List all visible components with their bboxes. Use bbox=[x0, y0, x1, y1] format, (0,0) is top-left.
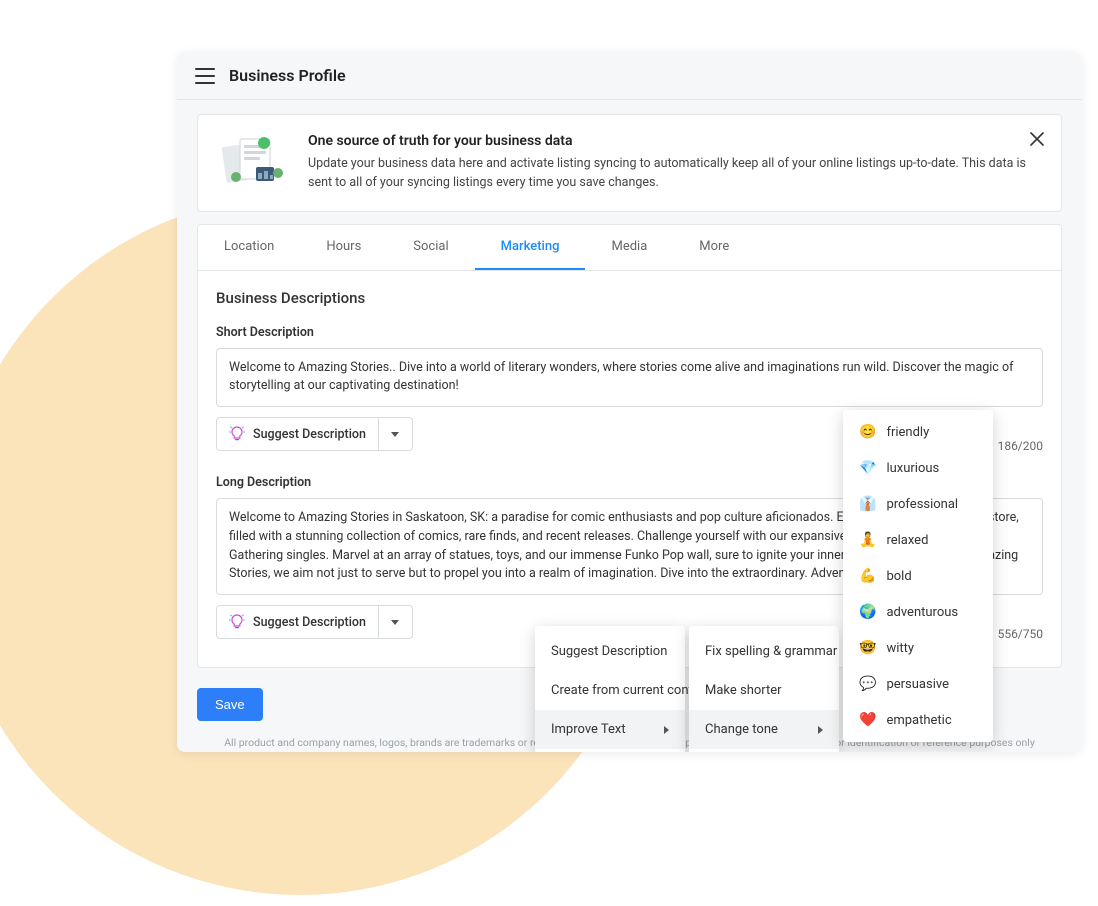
suggest-description-long-button[interactable]: Suggest Description bbox=[217, 606, 378, 638]
menu-suggest-description[interactable]: Suggest Description bbox=[535, 632, 685, 671]
short-description-input[interactable]: Welcome to Amazing Stories.. Dive into a… bbox=[216, 348, 1043, 408]
tone-relaxed[interactable]: 🧘 relaxed bbox=[843, 522, 993, 558]
banner-title: One source of truth for your business da… bbox=[308, 133, 1041, 149]
menu-change-tone-label: Change tone bbox=[705, 722, 778, 737]
bold-emoji-icon: 💪 bbox=[859, 568, 876, 584]
banner-illustration-icon bbox=[218, 133, 290, 185]
persuasive-emoji-icon: 💬 bbox=[859, 676, 876, 692]
witty-emoji-icon: 🤓 bbox=[859, 640, 876, 656]
relaxed-emoji-icon: 🧘 bbox=[859, 532, 876, 548]
menu-make-shorter-label: Make shorter bbox=[705, 683, 782, 698]
menu-fix-spelling[interactable]: Fix spelling & grammar bbox=[689, 632, 839, 671]
tone-luxurious-label: luxurious bbox=[886, 461, 939, 476]
hamburger-icon[interactable] bbox=[195, 68, 215, 84]
menu-fix-spelling-label: Fix spelling & grammar bbox=[705, 644, 837, 659]
menu-improve-text[interactable]: Improve Text bbox=[535, 710, 685, 749]
tone-friendly-label: friendly bbox=[886, 425, 929, 440]
tone-professional[interactable]: 👔 professional bbox=[843, 486, 993, 522]
change-tone-submenu: 😊 friendly 💎 luxurious 👔 professional 🧘 rela… bbox=[843, 410, 993, 742]
tone-friendly[interactable]: 😊 friendly bbox=[843, 414, 993, 450]
short-description-label: Short Description bbox=[216, 325, 1043, 340]
empathetic-emoji-icon: ❤️ bbox=[859, 712, 876, 728]
chevron-right-icon bbox=[818, 726, 823, 734]
tabs: Location Hours Social Marketing Media Mo… bbox=[197, 224, 1062, 271]
luxurious-emoji-icon: 💎 bbox=[859, 460, 876, 476]
tab-location[interactable]: Location bbox=[198, 225, 300, 270]
friendly-emoji-icon: 😊 bbox=[859, 424, 876, 440]
long-description-counter: 556/750 bbox=[998, 627, 1043, 641]
tone-adventurous-label: adventurous bbox=[886, 605, 958, 620]
tone-professional-label: professional bbox=[886, 497, 958, 512]
lightbulb-icon bbox=[229, 614, 245, 630]
chevron-right-icon bbox=[664, 726, 669, 734]
suggest-description-long-group: Suggest Description bbox=[216, 605, 413, 639]
tone-witty[interactable]: 🤓 witty bbox=[843, 630, 993, 666]
topbar: Business Profile bbox=[177, 52, 1082, 100]
tone-relaxed-label: relaxed bbox=[886, 533, 928, 548]
tab-media[interactable]: Media bbox=[585, 225, 673, 270]
suggest-menu-primary: Suggest Description Create from current … bbox=[535, 626, 685, 752]
app-frame: Business Profile bbox=[177, 52, 1082, 752]
suggest-description-short-group: Suggest Description bbox=[216, 417, 413, 451]
adventurous-emoji-icon: 🌍 bbox=[859, 604, 876, 620]
tone-witty-label: witty bbox=[886, 641, 914, 656]
tab-hours[interactable]: Hours bbox=[300, 225, 387, 270]
close-icon[interactable] bbox=[1027, 129, 1047, 149]
tone-luxurious[interactable]: 💎 luxurious bbox=[843, 450, 993, 486]
save-button[interactable]: Save bbox=[197, 688, 263, 721]
suggest-description-long-caret[interactable] bbox=[378, 606, 412, 638]
short-description-counter: 186/200 bbox=[998, 439, 1043, 453]
menu-improve-text-label: Improve Text bbox=[551, 722, 626, 737]
suggest-short-label: Suggest Description bbox=[253, 427, 366, 442]
tab-social[interactable]: Social bbox=[387, 225, 474, 270]
professional-emoji-icon: 👔 bbox=[859, 496, 876, 512]
suggest-description-short-button[interactable]: Suggest Description bbox=[217, 418, 378, 450]
menu-create-from-current[interactable]: Create from current content bbox=[535, 671, 685, 710]
tone-adventurous[interactable]: 🌍 adventurous bbox=[843, 594, 993, 630]
chevron-down-icon bbox=[391, 620, 399, 625]
menu-change-tone[interactable]: Change tone bbox=[689, 710, 839, 749]
tone-empathetic-label: empathetic bbox=[886, 713, 951, 728]
tone-bold-label: bold bbox=[886, 569, 911, 584]
suggest-description-short-caret[interactable] bbox=[378, 418, 412, 450]
page-title: Business Profile bbox=[229, 66, 346, 85]
menu-create-from-current-label: Create from current content bbox=[551, 683, 711, 698]
tab-more[interactable]: More bbox=[673, 225, 755, 270]
menu-suggest-description-label: Suggest Description bbox=[551, 644, 667, 659]
tone-persuasive-label: persuasive bbox=[886, 677, 949, 692]
tab-marketing[interactable]: Marketing bbox=[475, 225, 586, 270]
menu-make-shorter[interactable]: Make shorter bbox=[689, 671, 839, 710]
suggest-long-label: Suggest Description bbox=[253, 615, 366, 630]
banner-body: Update your business data here and activ… bbox=[308, 155, 1041, 193]
improve-text-submenu: Fix spelling & grammar Make shorter Chan… bbox=[689, 626, 839, 752]
tone-persuasive[interactable]: 💬 persuasive bbox=[843, 666, 993, 702]
chevron-down-icon bbox=[391, 432, 399, 437]
info-banner: One source of truth for your business da… bbox=[197, 114, 1062, 212]
tone-empathetic[interactable]: ❤️ empathetic bbox=[843, 702, 993, 738]
panel-title: Business Descriptions bbox=[216, 289, 1043, 307]
lightbulb-icon bbox=[229, 426, 245, 442]
tone-bold[interactable]: 💪 bold bbox=[843, 558, 993, 594]
